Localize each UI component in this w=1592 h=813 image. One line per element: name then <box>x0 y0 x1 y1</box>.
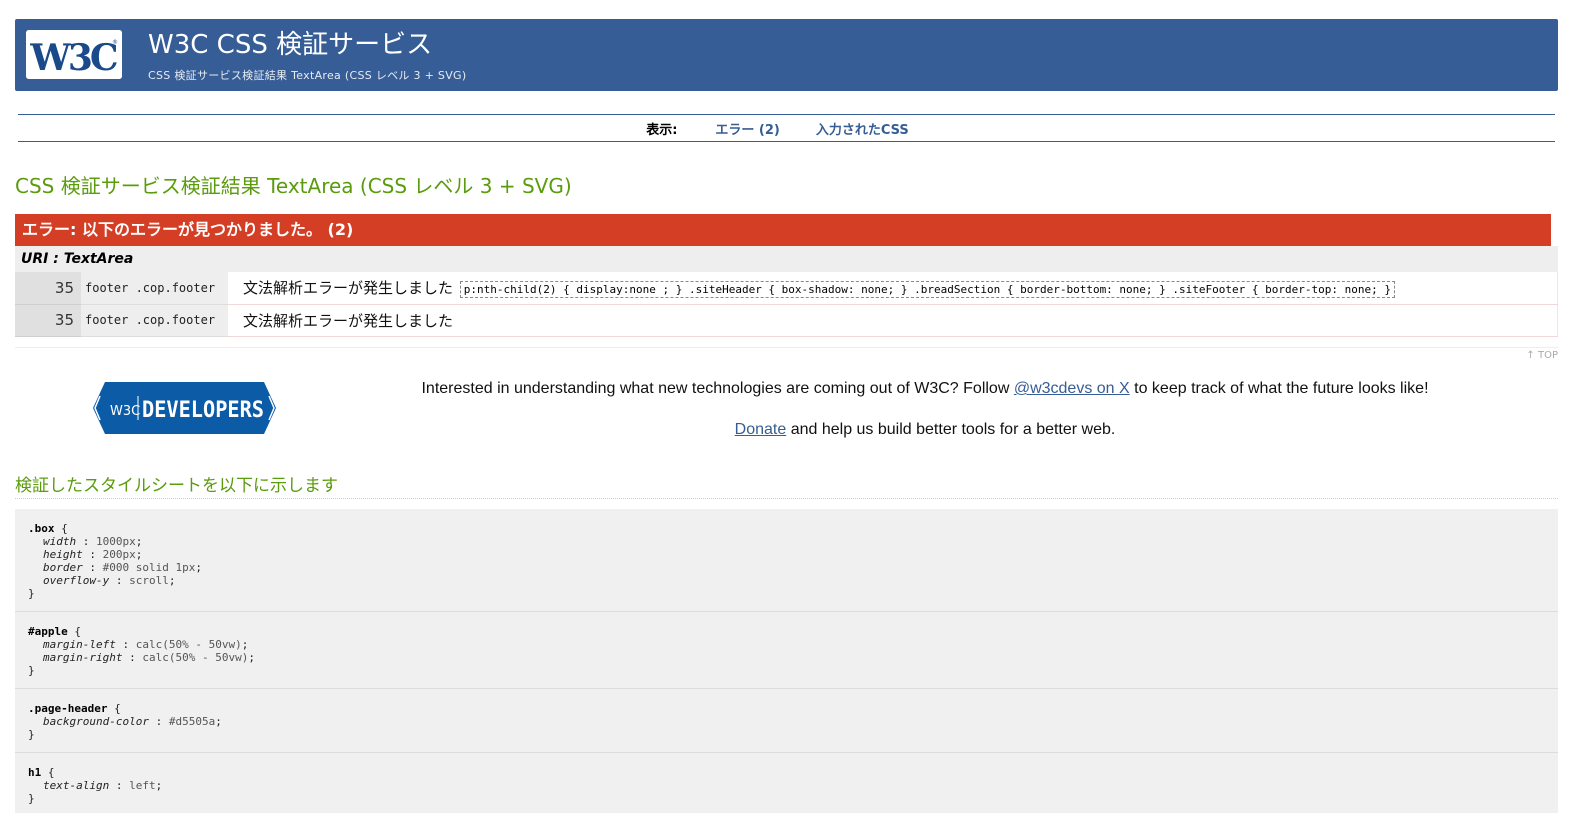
error-message: 文法解析エラーが発生しました <box>243 311 454 330</box>
nav-errors-link[interactable]: エラー (2) <box>715 119 779 138</box>
css-property: height <box>43 548 83 561</box>
css-property: text-align <box>43 779 110 792</box>
css-declaration: margin-right : calc(50% - 50vw); <box>43 651 255 664</box>
css-declaration: background-color : #d5505a; <box>43 715 222 728</box>
svg-text:®: ® <box>112 39 118 46</box>
css-property: border <box>43 561 83 574</box>
error-snippet: p:nth-child(2) { display:none ; } .siteH… <box>459 281 1395 299</box>
css-declaration: margin-left : calc(50% - 50vw); <box>43 638 249 651</box>
stylesheet-section-title: 検証したスタイルシートを以下に示します <box>15 471 1558 499</box>
css-property: overflow-y <box>43 574 110 587</box>
developers-logo-small: W3C <box>110 404 140 419</box>
w3c-logo-text: W3C <box>29 37 116 79</box>
css-declaration: border : #000 solid 1px; <box>43 561 202 574</box>
error-message: 文法解析エラーが発生しました <box>243 279 454 298</box>
nav-input-css-link[interactable]: 入力されたCSS <box>816 119 909 138</box>
css-rule: h1 { text-align : left; } <box>15 753 1558 813</box>
donate-link[interactable]: Donate <box>735 421 787 438</box>
css-declaration: height : 200px; <box>43 548 143 561</box>
css-value: calc(50% - 50vw) <box>135 638 242 651</box>
css-value: #000 solid 1px <box>102 561 196 574</box>
css-property: width <box>43 535 77 548</box>
follow-text-end: to keep track of what the future looks l… <box>1129 380 1429 397</box>
nav-label: 表示: <box>646 122 678 138</box>
css-rule: #apple { margin-left : calc(50% - 50vw);… <box>15 612 1558 689</box>
css-declaration: overflow-y : scroll; <box>43 574 176 587</box>
w3c-logo[interactable]: W3C ® <box>26 30 122 79</box>
css-property: background-color <box>43 715 149 728</box>
css-declaration: text-align : left; <box>43 779 163 792</box>
error-line-number: 35 <box>15 272 81 305</box>
developers-follow-text: Interested in understanding what new tec… <box>300 380 1550 398</box>
error-context: footer .cop.footer <box>81 304 228 337</box>
error-context: footer .cop.footer <box>81 272 228 305</box>
stylesheet-listing: .box { width : 1000px; height : 200px; b… <box>15 509 1558 813</box>
css-declaration: width : 1000px; <box>43 535 143 548</box>
follow-text-start: Interested in understanding what new tec… <box>421 380 1014 397</box>
uri-label: URI : TextArea <box>21 251 134 267</box>
css-value: 200px <box>102 548 136 561</box>
error-row: 35 footer .cop.footer 文法解析エラーが発生しました <box>15 304 1558 337</box>
banner-title: W3C CSS 検証サービス <box>148 30 433 60</box>
css-property: margin-right <box>43 651 123 664</box>
css-rule: .page-header { background-color : #d5505… <box>15 689 1558 753</box>
donate-text-end: and help us build better tools for a bet… <box>786 421 1116 438</box>
w3c-developers-logo[interactable]: W3C DEVELOPERS <box>93 382 276 438</box>
error-section-header: エラー: 以下のエラーが見つかりました。 (2) <box>15 214 1551 246</box>
css-property: margin-left <box>43 638 116 651</box>
css-value: left <box>129 779 156 792</box>
page-title: CSS 検証サービス検証結果 TextArea (CSS レベル 3 + SVG… <box>15 174 572 198</box>
back-to-top-link[interactable]: ↑ TOP <box>1526 350 1558 361</box>
error-line-number: 35 <box>15 304 81 337</box>
developers-logo-text: DEVELOPERS <box>142 398 264 423</box>
css-selector: .page-header <box>28 702 108 715</box>
error-table: 35 footer .cop.footer 文法解析エラーが発生しました p:n… <box>15 272 1558 337</box>
css-selector: .box <box>28 522 55 535</box>
banner-subtitle: CSS 検証サービス検証結果 TextArea (CSS レベル 3 + SVG… <box>148 69 467 82</box>
css-value: #d5505a <box>168 715 216 728</box>
divider <box>15 347 1558 348</box>
error-message-cell: 文法解析エラーが発生しました <box>228 304 1558 337</box>
view-nav: 表示: エラー (2) 入力されたCSS <box>18 114 1555 142</box>
error-row: 35 footer .cop.footer 文法解析エラーが発生しました p:n… <box>15 272 1558 305</box>
css-selector: #apple <box>28 625 68 638</box>
css-selector: h1 <box>28 766 42 779</box>
css-value: scroll <box>129 574 169 587</box>
w3cdevs-x-link[interactable]: @w3cdevs on X <box>1014 380 1130 397</box>
error-message-cell: 文法解析エラーが発生しました p:nth-child(2) { display:… <box>228 272 1558 305</box>
css-value: calc(50% - 50vw) <box>142 651 249 664</box>
header-banner: W3C ® W3C CSS 検証サービス CSS 検証サービス検証結果 Text… <box>15 19 1558 91</box>
css-value: 1000px <box>96 535 136 548</box>
donate-text: Donate and help us build better tools fo… <box>300 421 1550 439</box>
css-rule: .box { width : 1000px; height : 200px; b… <box>15 509 1558 612</box>
uri-row: URI : TextArea <box>15 246 1558 272</box>
